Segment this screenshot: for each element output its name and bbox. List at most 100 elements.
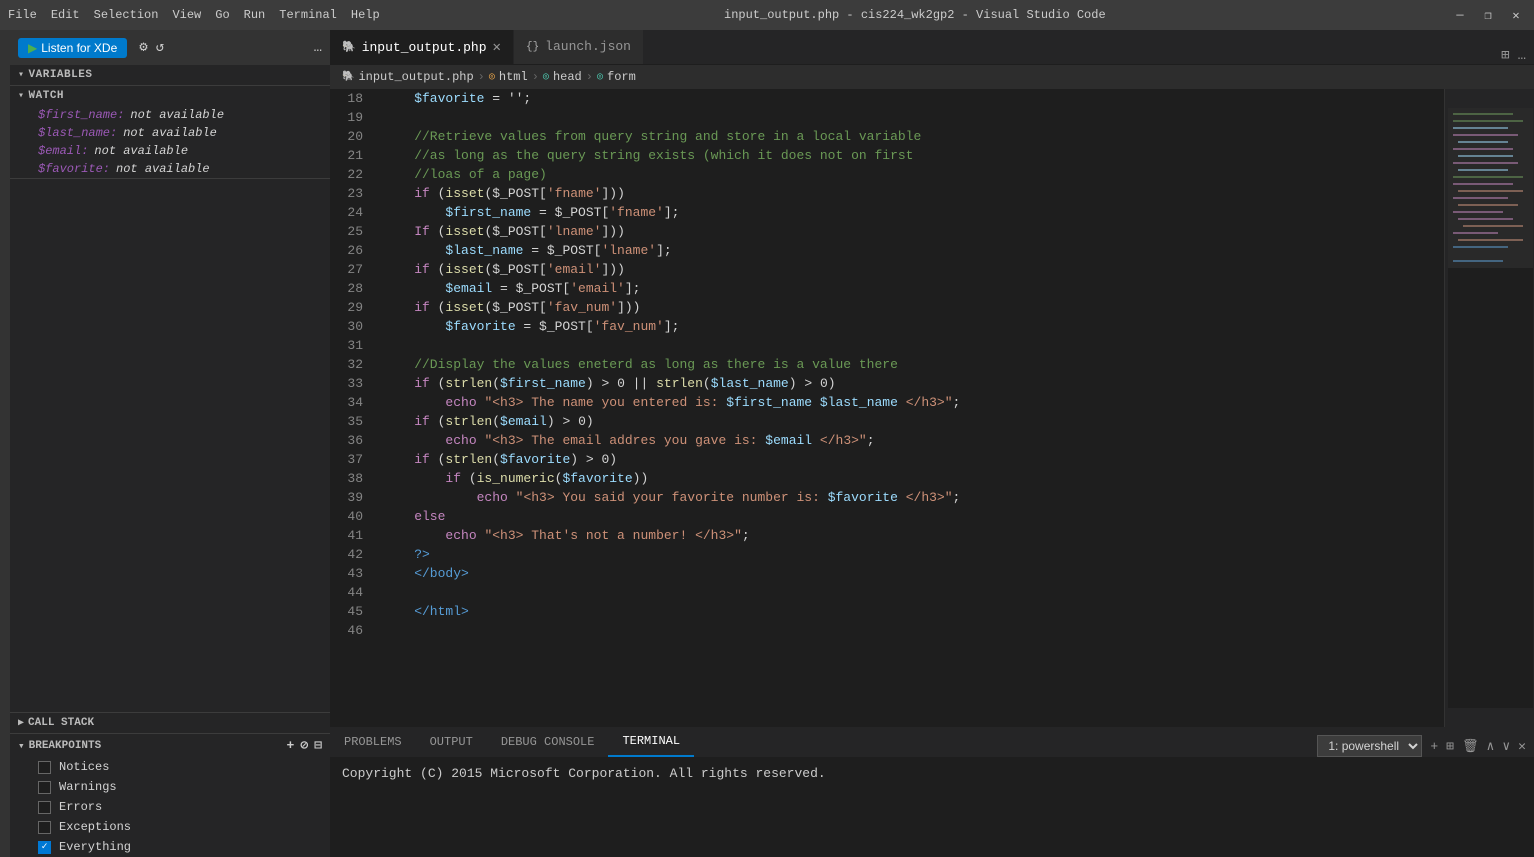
watch-item-1: $first_name: not available (10, 106, 330, 124)
watch-var-4: $favorite: (38, 162, 110, 176)
breakpoint-exceptions[interactable]: Exceptions (10, 817, 330, 837)
maximize-button[interactable]: ❐ (1478, 8, 1498, 23)
watch-header[interactable]: ▾ WATCH (10, 86, 330, 106)
line-number: 43 (330, 564, 375, 583)
clear-breakpoints-icon[interactable]: ⊟ (314, 738, 322, 753)
move-up-icon[interactable]: ∧ (1487, 739, 1495, 754)
line-number: 33 (330, 374, 375, 393)
breakpoint-errors[interactable]: Errors (10, 797, 330, 817)
refresh-icon[interactable]: ↺ (156, 39, 164, 56)
breadcrumb-form[interactable]: ◎ form (597, 70, 636, 84)
line-content: //Retrieve values from query string and … (375, 127, 921, 146)
breakpoints-section: ▾ BREAKPOINTS + ⊘ ⊟ Notices Warnings Err… (10, 734, 330, 857)
line-number: 40 (330, 507, 375, 526)
breadcrumb-html[interactable]: ◎ html (489, 70, 528, 84)
code-editor[interactable]: 18 $favorite = '';1920 //Retrieve values… (330, 89, 1444, 727)
breakpoint-everything[interactable]: Everything (10, 837, 330, 857)
line-content: ?> (375, 545, 430, 564)
menu-view[interactable]: View (172, 8, 201, 22)
warnings-checkbox[interactable] (38, 781, 51, 794)
delete-terminal-icon[interactable]: 🗑 (1462, 739, 1479, 754)
code-line: 46 (330, 621, 1444, 640)
callstack-label: CALL STACK (28, 717, 94, 729)
breakpoint-notices[interactable]: Notices (10, 757, 330, 777)
variables-header[interactable]: ▾ VARIABLES (10, 65, 330, 85)
line-content: if (isset($_POST['fname'])) (375, 184, 625, 203)
debug-label: Listen for XDe (41, 41, 117, 55)
watch-value-1: not available (130, 108, 224, 122)
line-content: If (isset($_POST['lname'])) (375, 222, 625, 241)
watch-section: ▾ WATCH $first_name: not available $last… (10, 86, 330, 178)
tab-input-output-php[interactable]: 🐘 input_output.php ✕ (330, 30, 514, 64)
tab-bar: 🐘 input_output.php ✕ {} launch.json ⊞ … (330, 30, 1534, 65)
menu-file[interactable]: File (8, 8, 37, 22)
debug-listen-button[interactable]: ▶ Listen for XDe (18, 38, 127, 58)
line-number: 36 (330, 431, 375, 450)
menu-run[interactable]: Run (244, 8, 266, 22)
line-content (375, 621, 383, 640)
move-down-icon[interactable]: ∨ (1502, 739, 1510, 754)
menu-terminal[interactable]: Terminal (279, 8, 337, 22)
errors-checkbox[interactable] (38, 801, 51, 814)
watch-item-2: $last_name: not available (10, 124, 330, 142)
line-number: 27 (330, 260, 375, 279)
exceptions-checkbox[interactable] (38, 821, 51, 834)
line-number: 41 (330, 526, 375, 545)
line-number: 28 (330, 279, 375, 298)
line-content: echo "<h3> You said your favorite number… (375, 488, 960, 507)
close-panel-icon[interactable]: ✕ (1518, 739, 1526, 754)
breakpoints-header[interactable]: ▾ BREAKPOINTS + ⊘ ⊟ (10, 734, 330, 757)
code-line: 20 //Retrieve values from query string a… (330, 127, 1444, 146)
terminal-selector[interactable]: 1: powershell (1317, 735, 1422, 757)
breadcrumb-head[interactable]: ◎ head (543, 70, 582, 84)
tab-problems[interactable]: PROBLEMS (330, 727, 416, 757)
sidebar: ▶ Listen for XDe ⚙ ↺ … ▾ VARIABLES ▾ WAT… (10, 30, 330, 857)
menu-selection[interactable]: Selection (94, 8, 159, 22)
add-breakpoint-icon[interactable]: + (287, 738, 295, 753)
code-line: 32 //Display the values eneterd as long … (330, 355, 1444, 374)
line-content: if (strlen($first_name) > 0 || strlen($l… (375, 374, 836, 393)
line-number: 45 (330, 602, 375, 621)
callstack-header[interactable]: ▶ CALL STACK (10, 713, 330, 733)
code-line: 42 ?> (330, 545, 1444, 564)
minimize-button[interactable]: — (1450, 8, 1470, 23)
code-line: 34 echo "<h3> The name you entered is: $… (330, 393, 1444, 412)
menu-go[interactable]: Go (215, 8, 229, 22)
disable-breakpoints-icon[interactable]: ⊘ (300, 738, 308, 753)
line-number: 37 (330, 450, 375, 469)
settings-icon[interactable]: ⚙ (139, 39, 147, 56)
menu-help[interactable]: Help (351, 8, 380, 22)
main-area: ▶ Listen for XDe ⚙ ↺ … ▾ VARIABLES ▾ WAT… (0, 30, 1534, 857)
more-tabs-icon[interactable]: … (1518, 48, 1526, 64)
breadcrumb-file-label: input_output.php (358, 70, 473, 84)
breadcrumb-sep-3: › (586, 70, 593, 84)
breadcrumb: 🐘 input_output.php › ◎ html › ◎ head › ◎… (330, 65, 1534, 89)
code-line: 27 if (isset($_POST['email'])) (330, 260, 1444, 279)
close-button[interactable]: ✕ (1506, 8, 1526, 23)
new-terminal-icon[interactable]: + (1430, 739, 1438, 754)
breadcrumb-file[interactable]: 🐘 input_output.php (342, 70, 474, 84)
code-line: 37 if (strlen($favorite) > 0) (330, 450, 1444, 469)
everything-checkbox[interactable] (38, 841, 51, 854)
tab-launch-json[interactable]: {} launch.json (514, 30, 644, 64)
tab-close-1[interactable]: ✕ (493, 39, 501, 56)
watch-value-2: not available (123, 126, 217, 140)
more-icon[interactable]: … (314, 40, 322, 56)
tab-debug-console[interactable]: DEBUG CONSOLE (487, 727, 609, 757)
line-number: 20 (330, 127, 375, 146)
tab-output[interactable]: OUTPUT (416, 727, 487, 757)
line-number: 26 (330, 241, 375, 260)
split-editor-icon[interactable]: ⊞ (1501, 47, 1509, 64)
debug-icons: ⚙ ↺ (139, 39, 164, 56)
line-content: </html> (375, 602, 469, 621)
code-line: 39 echo "<h3> You said your favorite num… (330, 488, 1444, 507)
code-line: 28 $email = $_POST['email']; (330, 279, 1444, 298)
menu-edit[interactable]: Edit (51, 8, 80, 22)
notices-checkbox[interactable] (38, 761, 51, 774)
breakpoint-warnings[interactable]: Warnings (10, 777, 330, 797)
terminal-content: Copyright (C) 2015 Microsoft Corporation… (330, 758, 1534, 857)
code-line: 38 if (is_numeric($favorite)) (330, 469, 1444, 488)
code-line: 35 if (strlen($email) > 0) (330, 412, 1444, 431)
split-terminal-icon[interactable]: ⊞ (1446, 739, 1454, 754)
tab-terminal[interactable]: TERMINAL (608, 727, 694, 757)
